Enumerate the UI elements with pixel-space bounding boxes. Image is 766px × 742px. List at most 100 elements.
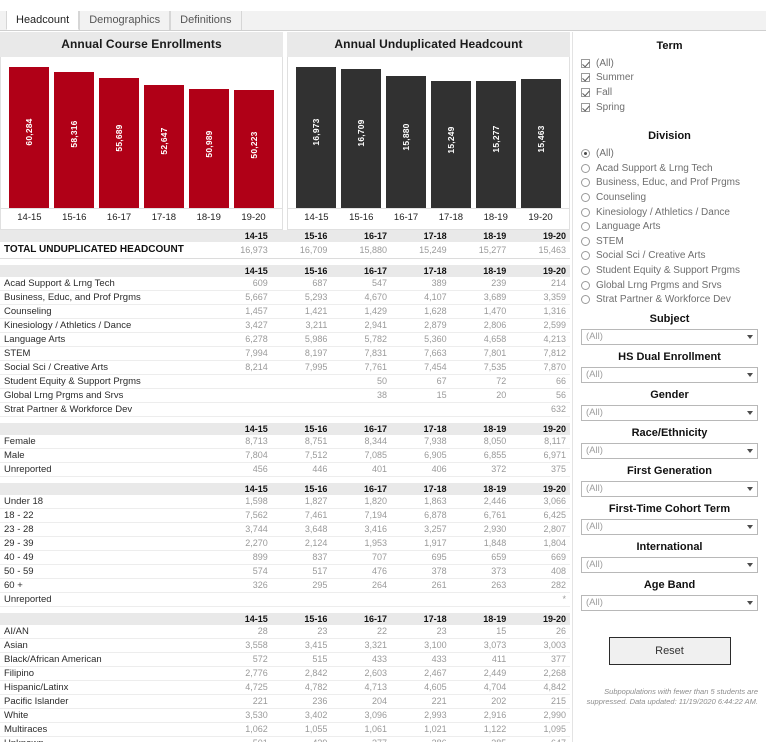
table-cell: 72 xyxy=(450,374,511,389)
column-header: 17-18 xyxy=(391,422,451,435)
tab-demographics[interactable]: Demographics xyxy=(79,11,171,30)
row-label: Student Equity & Support Prgms xyxy=(0,374,213,389)
dropdown-race-ethnicity[interactable]: (All) xyxy=(581,442,758,459)
table-cell: 7,512 xyxy=(271,448,332,463)
chevron-down-icon[interactable] xyxy=(747,448,753,453)
chart-bar[interactable]: 58,316 xyxy=(54,71,95,208)
table-cell: 7,461 xyxy=(271,508,332,523)
chevron-down-icon[interactable] xyxy=(747,524,753,529)
division-option[interactable]: Counseling xyxy=(581,190,758,205)
row-label: 18 - 22 xyxy=(0,508,213,523)
reset-button[interactable]: Reset xyxy=(608,636,731,665)
table-cell: 15,277 xyxy=(450,242,511,259)
chevron-down-icon[interactable] xyxy=(747,372,753,377)
table-cell: 3,257 xyxy=(391,522,451,537)
row-label: Hispanic/Latinx xyxy=(0,680,213,695)
checkbox-icon[interactable] xyxy=(581,102,590,112)
division-option[interactable]: STEM xyxy=(581,234,758,249)
dropdown-subject[interactable]: (All) xyxy=(581,328,758,345)
column-header: 16-17 xyxy=(331,612,392,625)
table-row: 40 - 49 899 837 707 695 659 669 xyxy=(0,550,570,565)
chart-bar[interactable]: 15,880 xyxy=(386,75,427,208)
division-option[interactable]: Student Equity & Support Prgms xyxy=(581,263,758,278)
radio-icon[interactable] xyxy=(581,280,590,290)
checkbox-icon[interactable] xyxy=(581,58,590,68)
chart-bar[interactable]: 52,647 xyxy=(143,84,184,208)
column-header-blank xyxy=(0,422,213,435)
chevron-down-icon[interactable] xyxy=(747,562,753,567)
table-cell: 1,055 xyxy=(271,722,332,737)
chart-bar[interactable]: 16,709 xyxy=(341,69,382,208)
chart-bar[interactable]: 15,463 xyxy=(520,79,561,208)
table-cell: 6,878 xyxy=(391,508,451,523)
radio-icon[interactable] xyxy=(581,222,590,232)
division-option[interactable]: Global Lrng Prgms and Srvs xyxy=(581,278,758,293)
radio-icon[interactable] xyxy=(581,192,590,202)
table-cell: 837 xyxy=(271,550,332,565)
chart-bar[interactable]: 16,973 xyxy=(296,66,337,208)
table-cell: 377 xyxy=(510,652,570,667)
axis-tick-label: 19-20 xyxy=(528,212,553,223)
table-cell: 16,709 xyxy=(271,242,332,259)
chart-bar[interactable]: 50,223 xyxy=(233,90,274,208)
table-cell: 1,062 xyxy=(212,722,272,737)
division-option[interactable]: Acad Support & Lrng Tech xyxy=(581,161,758,176)
chart-bar[interactable]: 55,689 xyxy=(99,77,140,208)
dropdown-hs-dual-enrollment[interactable]: (All) xyxy=(581,366,758,383)
table-cell: 8,197 xyxy=(271,346,332,361)
checkbox-icon[interactable] xyxy=(581,73,590,83)
term-option-summer[interactable]: Summer xyxy=(581,71,758,86)
division-option[interactable]: Kinesiology / Athletics / Dance xyxy=(581,205,758,220)
axis-tick-label: 14-15 xyxy=(17,212,42,223)
division-option[interactable]: Strat Partner & Workforce Dev xyxy=(581,292,758,307)
radio-icon[interactable] xyxy=(581,251,590,261)
table-row: Student Equity & Support Prgms 50 67 72 66 xyxy=(0,374,570,389)
table-cell: 7,761 xyxy=(331,360,392,375)
division-option[interactable]: (All) xyxy=(581,146,758,161)
table-cell: 4,713 xyxy=(331,680,392,695)
bar-value-label: 15,277 xyxy=(490,125,501,154)
tab-definitions[interactable]: Definitions xyxy=(170,11,242,30)
radio-icon[interactable] xyxy=(581,149,590,159)
table-cell: 7,663 xyxy=(391,346,451,361)
dropdown-first-time-cohort-term[interactable]: (All) xyxy=(581,518,758,535)
term-option-all[interactable]: (All) xyxy=(581,56,758,71)
radio-icon[interactable] xyxy=(581,265,590,275)
dropdown-gender[interactable]: (All) xyxy=(581,404,758,421)
dropdown-first-generation[interactable]: (All) xyxy=(581,480,758,497)
chevron-down-icon[interactable] xyxy=(747,334,753,339)
table-cell: 378 xyxy=(391,564,451,579)
chart-bar[interactable]: 15,249 xyxy=(430,81,471,208)
chevron-down-icon[interactable] xyxy=(747,600,753,605)
term-option-spring[interactable]: Spring xyxy=(581,100,758,115)
suppression-note: Subpopulations with fewer than 5 student… xyxy=(586,686,758,707)
dropdown-international[interactable]: (All) xyxy=(581,556,758,573)
table-cell: 609 xyxy=(212,276,272,291)
chevron-down-icon[interactable] xyxy=(747,410,753,415)
table-cell xyxy=(271,388,332,403)
chart-bar[interactable]: 15,277 xyxy=(475,80,516,208)
term-option-fall[interactable]: Fall xyxy=(581,85,758,100)
chart-bar[interactable]: 60,284 xyxy=(9,66,50,208)
division-option[interactable]: Language Arts xyxy=(581,219,758,234)
table-row: Black/African American 572 515 433 433 411 377 xyxy=(0,652,570,667)
chevron-down-icon[interactable] xyxy=(747,486,753,491)
radio-icon[interactable] xyxy=(581,178,590,188)
tab-headcount[interactable]: Headcount xyxy=(6,11,80,30)
column-header: 14-15 xyxy=(212,612,272,625)
row-label: AI/AN xyxy=(0,624,213,639)
radio-icon[interactable] xyxy=(581,207,590,217)
radio-icon[interactable] xyxy=(581,295,590,305)
division-option[interactable]: Social Sci / Creative Arts xyxy=(581,249,758,264)
table-cell: 6,905 xyxy=(391,448,451,463)
chart-bar[interactable]: 50,989 xyxy=(188,88,229,208)
radio-icon[interactable] xyxy=(581,236,590,246)
column-header: 16-17 xyxy=(331,422,392,435)
radio-icon[interactable] xyxy=(581,163,590,173)
dropdown-age-band[interactable]: (All) xyxy=(581,594,758,611)
checkbox-icon[interactable] xyxy=(581,87,590,97)
dashboard-root: Headcount Demographics Definitions Annual … xyxy=(0,0,766,742)
table-cell: 7,562 xyxy=(212,508,272,523)
division-option[interactable]: Business, Educ, and Prof Prgms xyxy=(581,176,758,191)
table-cell: 8,713 xyxy=(212,434,272,449)
